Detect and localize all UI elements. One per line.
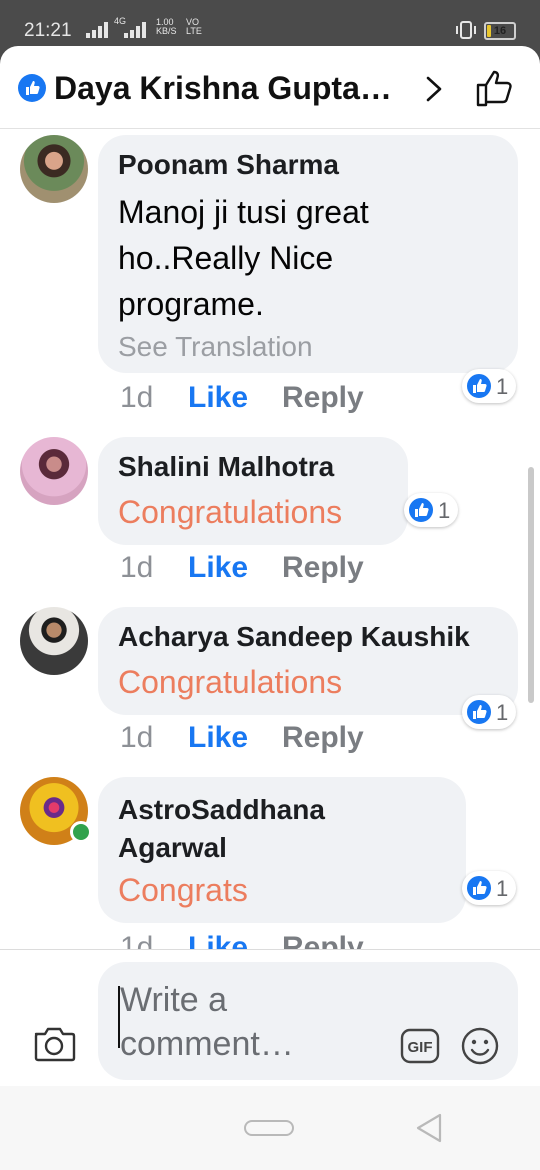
online-status-dot	[70, 821, 92, 843]
comment-bubble[interactable]: Poonam Sharma Manoj ji tusi great ho..Re…	[98, 135, 518, 373]
placeholder-line: comment…	[120, 1025, 294, 1063]
placeholder-line: Write a	[120, 981, 228, 1019]
page-title[interactable]: Daya Krishna Gupta…	[54, 70, 392, 107]
system-nav-bar	[0, 1086, 540, 1170]
like-reaction-icon	[465, 874, 493, 902]
reaction-count: 1	[496, 876, 509, 901]
reaction-summary[interactable]: 1	[462, 871, 516, 905]
emoji-icon[interactable]	[460, 1026, 500, 1066]
avatar[interactable]	[20, 135, 88, 203]
comment-item: AstroSaddhana Agarwal Congrats 1 1d Like…	[0, 777, 540, 949]
scrollbar[interactable]	[528, 467, 534, 703]
comment-composer: Write a comment… GIF	[0, 950, 540, 1086]
comments-sheet: Daya Krishna Gupta… Poonam Sharma Manoj …	[0, 46, 540, 1170]
comment-time: 1d	[120, 931, 154, 949]
gif-icon[interactable]: GIF	[400, 1028, 440, 1064]
vibrate-icon	[456, 21, 476, 39]
signal-icon	[86, 22, 108, 38]
comment-text: Manoj ji tusi great ho..Really Nice prog…	[118, 189, 369, 327]
reaction-summary[interactable]: 1	[462, 369, 516, 403]
comment-input-placeholder: Write a comment…	[120, 978, 390, 1066]
reply-button[interactable]: Reply	[282, 931, 364, 949]
comment-bubble[interactable]: AstroSaddhana Agarwal Congrats	[98, 777, 466, 923]
reaction-count: 1	[496, 374, 509, 399]
comment-bubble[interactable]: Acharya Sandeep Kaushik Congratulations	[98, 607, 518, 715]
thumbs-up-icon[interactable]	[474, 68, 516, 108]
comment-author-line: Agarwal	[118, 832, 227, 863]
network-speed: 1.00 KB/S	[156, 18, 177, 36]
reaction-summary[interactable]: 1	[462, 695, 516, 729]
comment-text: Congratulations	[118, 494, 343, 530]
comment-item: Acharya Sandeep Kaushik Congratulations …	[0, 605, 540, 765]
volte-indicator: VO LTE	[186, 18, 202, 36]
comment-time: 1d	[120, 551, 154, 584]
back-triangle-icon[interactable]	[414, 1112, 444, 1144]
like-button[interactable]: Like	[188, 381, 248, 415]
like-badge-icon	[18, 74, 46, 102]
like-reaction-icon	[407, 496, 435, 524]
speed-unit: KB/S	[156, 26, 177, 36]
avatar[interactable]	[20, 607, 88, 675]
comment-input[interactable]: Write a comment… GIF	[98, 962, 518, 1080]
signal-icon-2	[124, 22, 146, 38]
comment-author[interactable]: Shalini Malhotra	[118, 451, 334, 483]
comment-time: 1d	[120, 721, 154, 754]
reaction-summary[interactable]: 1	[404, 493, 458, 527]
like-button[interactable]: Like	[188, 931, 248, 949]
see-translation-link[interactable]: See Translation	[118, 331, 313, 363]
comment-time: 1d	[120, 381, 154, 414]
comment-author[interactable]: Acharya Sandeep Kaushik	[118, 621, 470, 653]
reply-button[interactable]: Reply	[282, 721, 364, 755]
like-button[interactable]: Like	[188, 551, 248, 585]
camera-icon[interactable]	[32, 1024, 76, 1064]
comment-text-line: Manoj ji tusi great	[118, 194, 369, 230]
battery-level: 16	[493, 25, 507, 37]
like-button[interactable]: Like	[188, 721, 248, 755]
comment-text: Congrats	[118, 872, 248, 908]
volte-bottom: LTE	[186, 26, 202, 36]
comment-author-line: AstroSaddhana	[118, 794, 325, 825]
home-button[interactable]	[244, 1120, 294, 1136]
like-reaction-icon	[465, 698, 493, 726]
avatar[interactable]	[20, 437, 88, 505]
reply-button[interactable]: Reply	[282, 381, 364, 415]
like-reaction-icon	[465, 372, 493, 400]
comment-item: Shalini Malhotra Congratulations 1 1d Li…	[0, 435, 540, 595]
comment-text-line: programe.	[118, 286, 264, 322]
reaction-count: 1	[438, 498, 451, 523]
comment-list[interactable]: Poonam Sharma Manoj ji tusi great ho..Re…	[0, 129, 540, 949]
comment-bubble[interactable]: Shalini Malhotra Congratulations	[98, 437, 408, 545]
battery-icon: 16	[484, 22, 516, 40]
comment-item: Poonam Sharma Manoj ji tusi great ho..Re…	[0, 129, 540, 429]
reaction-count: 1	[496, 700, 509, 725]
comment-text-line: ho..Really Nice	[118, 240, 334, 276]
status-time: 21:21	[24, 20, 72, 41]
comment-author[interactable]: AstroSaddhana Agarwal	[118, 791, 325, 867]
chevron-right-icon[interactable]	[424, 74, 444, 104]
reply-button[interactable]: Reply	[282, 551, 364, 585]
comment-text: Congratulations	[118, 664, 343, 700]
comment-author[interactable]: Poonam Sharma	[118, 149, 339, 181]
sheet-header: Daya Krishna Gupta…	[0, 46, 540, 129]
gif-label: GIF	[408, 1039, 433, 1056]
